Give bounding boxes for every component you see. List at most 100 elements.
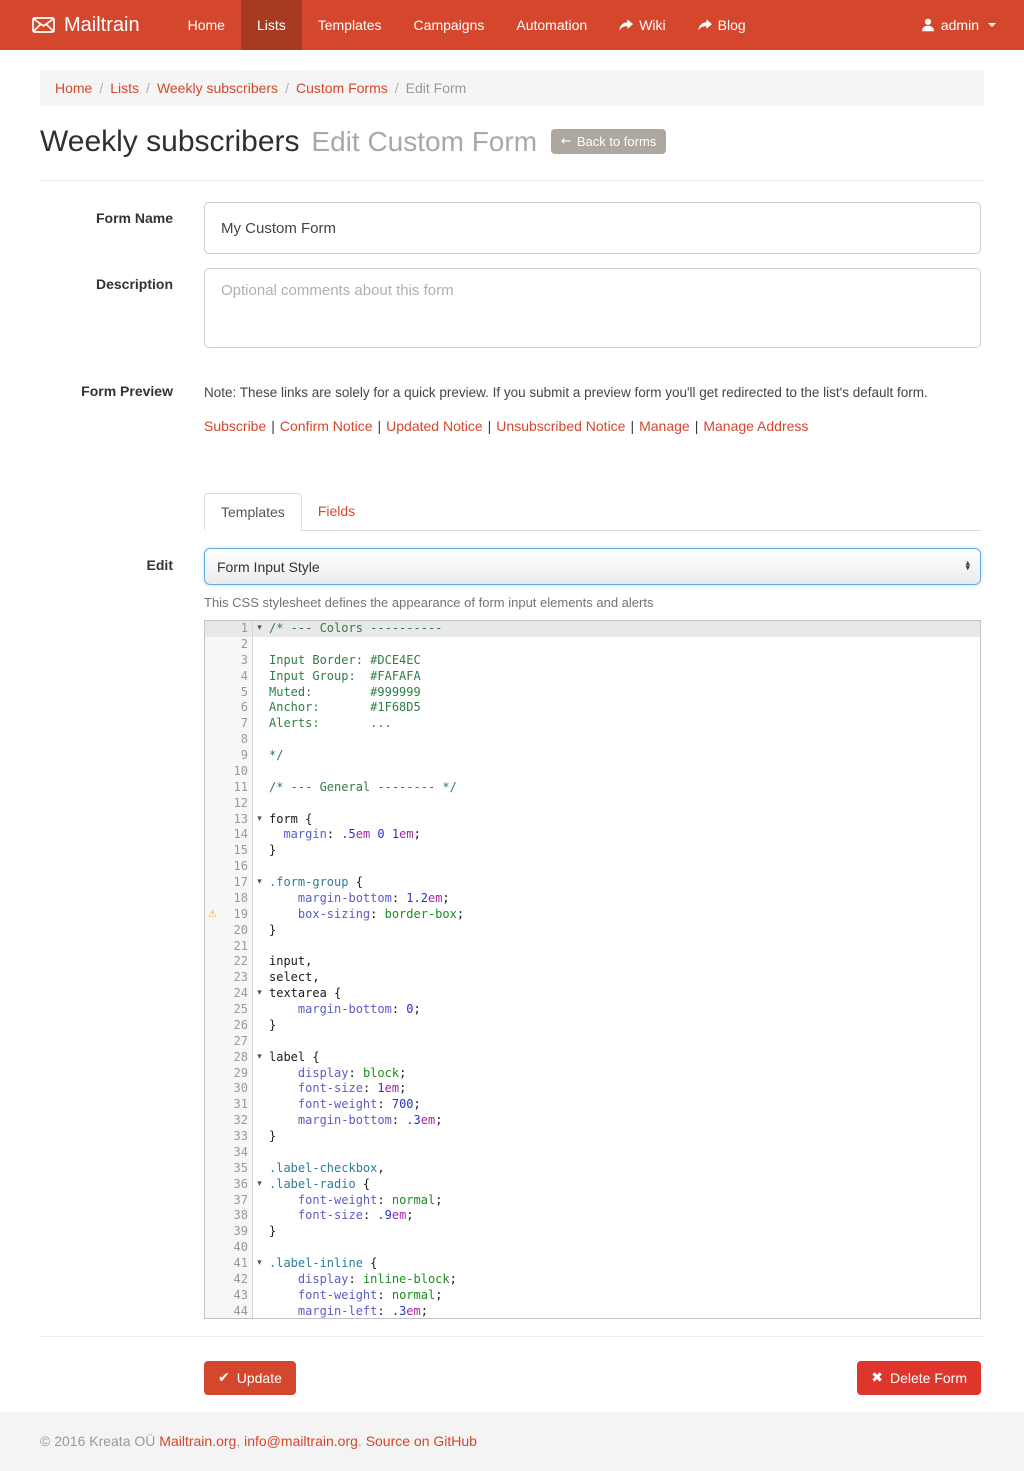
nav-item-blog[interactable]: Blog — [682, 0, 762, 50]
back-to-forms-button[interactable]: ← Back to forms — [551, 129, 666, 154]
code-text: label { — [266, 1050, 980, 1066]
code-line[interactable]: 17▾.form-group { — [205, 875, 980, 891]
code-line[interactable]: 21 — [205, 939, 980, 955]
fold-icon[interactable]: ▾ — [253, 875, 266, 891]
code-line[interactable]: 31 font-weight: 700; — [205, 1097, 980, 1113]
crumb-weekly-subscribers[interactable]: Weekly subscribers — [157, 80, 278, 96]
code-line[interactable]: 43 font-weight: normal; — [205, 1288, 980, 1304]
code-line[interactable]: 20} — [205, 923, 980, 939]
line-number: 17 — [220, 875, 252, 891]
code-line[interactable]: 22input, — [205, 954, 980, 970]
code-line[interactable]: 37 font-weight: normal; — [205, 1193, 980, 1209]
code-line[interactable]: 30 font-size: 1em; — [205, 1081, 980, 1097]
code-line[interactable]: 7Alerts: ... — [205, 716, 980, 732]
preview-link-manage[interactable]: Manage — [639, 418, 690, 434]
code-line[interactable]: 18 margin-bottom: 1.2em; — [205, 891, 980, 907]
code-text: */ — [266, 748, 980, 764]
code-line[interactable]: 38 font-size: .9em; — [205, 1208, 980, 1224]
tab-templates[interactable]: Templates — [204, 493, 302, 531]
code-line[interactable]: 36▾.label-radio { — [205, 1177, 980, 1193]
code-line[interactable]: 39} — [205, 1224, 980, 1240]
template-select-value: Form Input Style — [217, 559, 320, 575]
line-number: 7 — [220, 716, 252, 732]
code-line[interactable]: 6Anchor: #1F68D5 — [205, 700, 980, 716]
code-line[interactable]: 42 display: inline-block; — [205, 1272, 980, 1288]
line-number: 2 — [220, 637, 252, 653]
fold-gutter — [253, 827, 266, 843]
footer-link-email[interactable]: info@mailtrain.org — [244, 1433, 358, 1449]
nav-item-home[interactable]: Home — [172, 0, 241, 50]
code-line[interactable]: ⚠19 box-sizing: border-box; — [205, 907, 980, 923]
code-editor[interactable]: 1▾/* --- Colors ----------23Input Border… — [204, 620, 981, 1319]
code-line[interactable]: 12 — [205, 796, 980, 812]
footer-link-mailtrain[interactable]: Mailtrain.org — [159, 1433, 236, 1449]
form-name-input[interactable] — [204, 202, 981, 254]
code-line[interactable]: 10 — [205, 764, 980, 780]
code-line[interactable]: 14 margin: .5em 0 1em; — [205, 827, 980, 843]
code-line[interactable]: 33} — [205, 1129, 980, 1145]
brand-logo[interactable]: Mailtrain — [30, 0, 154, 50]
code-line[interactable]: 8 — [205, 732, 980, 748]
code-line[interactable]: 32 margin-bottom: .3em; — [205, 1113, 980, 1129]
code-line[interactable]: 11/* --- General -------- */ — [205, 780, 980, 796]
nav-item-campaigns[interactable]: Campaigns — [398, 0, 501, 50]
code-text: } — [266, 843, 980, 859]
line-number: 36 — [220, 1177, 252, 1193]
nav-item-lists[interactable]: Lists — [241, 0, 302, 50]
gutter-marker — [205, 891, 220, 907]
code-line[interactable]: 26} — [205, 1018, 980, 1034]
code-line[interactable]: 1▾/* --- Colors ---------- — [205, 621, 980, 637]
gutter-marker — [205, 1066, 220, 1082]
fold-icon[interactable]: ▾ — [253, 812, 266, 828]
code-line[interactable]: 5Muted: #999999 — [205, 685, 980, 701]
fold-icon[interactable]: ▾ — [253, 621, 266, 637]
update-button[interactable]: ✔ Update — [204, 1361, 296, 1395]
code-line[interactable]: 44 margin-left: .3em; — [205, 1304, 980, 1319]
footer-link-github[interactable]: Source on GitHub — [366, 1433, 477, 1449]
code-line[interactable]: 23select, — [205, 970, 980, 986]
code-line[interactable]: 41▾.label-inline { — [205, 1256, 980, 1272]
code-line[interactable]: 15} — [205, 843, 980, 859]
code-line[interactable]: 3Input Border: #DCE4EC — [205, 653, 980, 669]
code-line[interactable]: 16 — [205, 859, 980, 875]
code-line[interactable]: 4Input Group: #FAFAFA — [205, 669, 980, 685]
code-line[interactable]: 24▾textarea { — [205, 986, 980, 1002]
select-stepper-icon: ▴▾ — [965, 561, 970, 572]
fold-icon[interactable]: ▾ — [253, 1050, 266, 1066]
line-number: 28 — [220, 1050, 252, 1066]
tab-fields[interactable]: Fields — [302, 493, 371, 531]
crumb-lists[interactable]: Lists — [110, 80, 139, 96]
share-icon — [698, 19, 712, 32]
fold-icon[interactable]: ▾ — [253, 1177, 266, 1193]
fold-icon[interactable]: ▾ — [253, 1256, 266, 1272]
preview-link-subscribe[interactable]: Subscribe — [204, 418, 266, 434]
code-line[interactable]: 35.label-checkbox, — [205, 1161, 980, 1177]
code-line[interactable]: 2 — [205, 637, 980, 653]
crumb-separator: / — [139, 80, 157, 96]
nav-item-templates[interactable]: Templates — [302, 0, 398, 50]
gutter-marker — [205, 1145, 220, 1161]
code-line[interactable]: 13▾form { — [205, 812, 980, 828]
warning-icon: ⚠ — [205, 907, 220, 923]
code-line[interactable]: 40 — [205, 1240, 980, 1256]
preview-link-unsubscribed-notice[interactable]: Unsubscribed Notice — [496, 418, 625, 434]
template-select[interactable]: Form Input Style ▴▾ — [204, 548, 981, 585]
fold-gutter — [253, 1129, 266, 1145]
nav-item-wiki[interactable]: Wiki — [603, 0, 681, 50]
crumb-home[interactable]: Home — [55, 80, 92, 96]
user-menu[interactable]: admin — [921, 17, 996, 33]
delete-form-button[interactable]: ✖ Delete Form — [857, 1361, 981, 1395]
crumb-custom-forms[interactable]: Custom Forms — [296, 80, 388, 96]
description-textarea[interactable] — [204, 268, 981, 348]
code-line[interactable]: 27 — [205, 1034, 980, 1050]
preview-link-confirm-notice[interactable]: Confirm Notice — [280, 418, 373, 434]
nav-item-automation[interactable]: Automation — [500, 0, 603, 50]
code-line[interactable]: 29 display: block; — [205, 1066, 980, 1082]
preview-link-manage-address[interactable]: Manage Address — [703, 418, 808, 434]
fold-icon[interactable]: ▾ — [253, 986, 266, 1002]
code-line[interactable]: 28▾label { — [205, 1050, 980, 1066]
code-line[interactable]: 34 — [205, 1145, 980, 1161]
code-line[interactable]: 25 margin-bottom: 0; — [205, 1002, 980, 1018]
preview-link-updated-notice[interactable]: Updated Notice — [386, 418, 483, 434]
code-line[interactable]: 9*/ — [205, 748, 980, 764]
